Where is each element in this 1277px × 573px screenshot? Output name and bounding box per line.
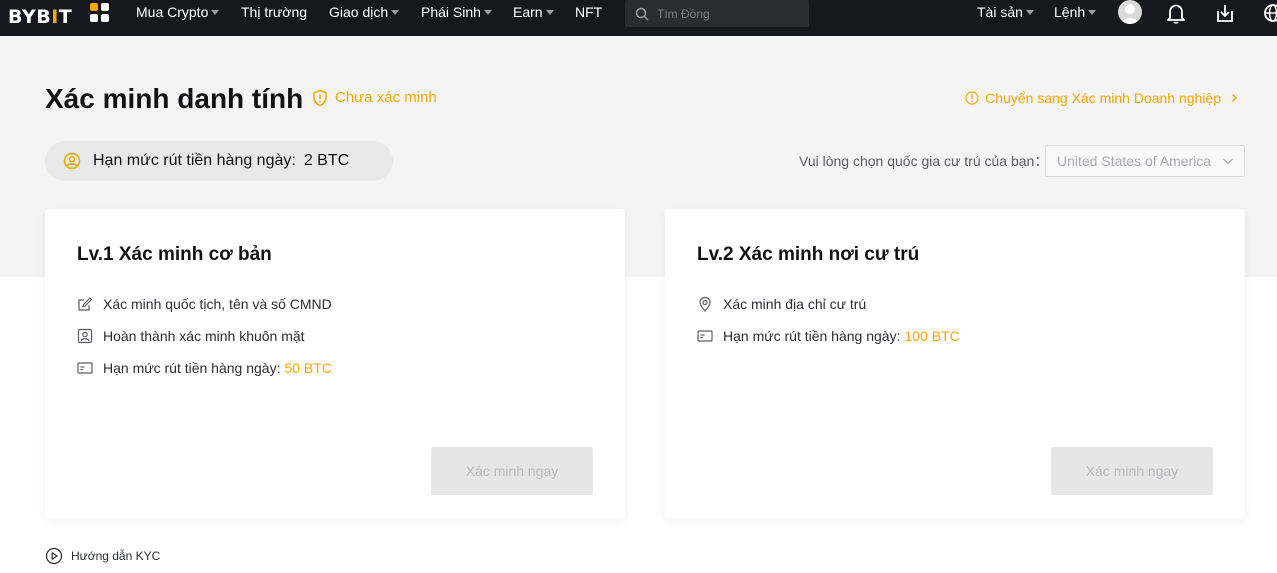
card-title: Lv.2 Xác minh nơi cư trú: [697, 244, 920, 265]
play-circle-icon: [45, 547, 63, 565]
nav-buy-crypto[interactable]: Mua Crypto: [136, 0, 220, 25]
feature-item: Hạn mức rút tiền hàng ngày: 100 BTC: [697, 327, 960, 345]
caret-down-icon: [391, 10, 400, 15]
globe-icon[interactable]: [1262, 2, 1277, 24]
card-icon: [697, 330, 713, 342]
caret-down-icon: [1088, 10, 1097, 15]
feature-text: Xác minh quốc tịch, tên và số CMND: [103, 296, 332, 312]
caret-down-icon: [1025, 10, 1034, 15]
page-title: Xác minh danh tính: [45, 83, 304, 114]
feature-text: Hoàn thành xác minh khuôn mặt: [103, 328, 305, 344]
daily-limit-value: 2 BTC: [303, 152, 350, 169]
search-box[interactable]: [625, 0, 809, 27]
shield-icon: [313, 89, 327, 107]
chevron-down-icon: [1223, 158, 1233, 165]
caret-down-icon: [545, 10, 554, 15]
feature-text: Hạn mức rút tiền hàng ngày:: [723, 328, 901, 344]
feature-limit-value: 50 BTC: [284, 360, 332, 376]
bybit-logo[interactable]: BYBIT: [8, 4, 72, 30]
feature-item: Hoàn thành xác minh khuôn mặt: [77, 327, 305, 345]
level1-card: Lv.1 Xác minh cơ bản Xác minh quốc tịch,…: [45, 209, 625, 519]
switch-link-label: Chuyển sang Xác minh Doanh nghiệp: [985, 90, 1221, 106]
edit-icon: [78, 297, 93, 311]
location-icon: [699, 296, 711, 312]
info-icon: [965, 91, 979, 105]
feature-item: Xác minh quốc tịch, tên và số CMND: [77, 295, 332, 313]
caret-down-icon: [483, 10, 492, 15]
card-icon: [77, 362, 93, 374]
user-avatar[interactable]: [1118, 0, 1142, 24]
feature-limit-value: 100 BTC: [904, 328, 960, 344]
download-icon[interactable]: [1214, 2, 1236, 24]
nav-markets[interactable]: Thị trường: [241, 0, 307, 25]
chevron-right-icon: [1232, 94, 1237, 102]
verify-now-button[interactable]: Xác minh ngay: [431, 447, 593, 495]
verification-status: Chưa xác minh: [311, 88, 437, 108]
nav-nft[interactable]: NFT: [575, 0, 602, 25]
country-select[interactable]: United States of America: [1045, 145, 1245, 177]
top-navbar: BYBIT Mua Crypto Thị trường Giao dịch Ph…: [0, 0, 1277, 36]
face-id-icon: [77, 328, 93, 344]
nav-assets[interactable]: Tài sản: [977, 0, 1034, 25]
feature-text: Hạn mức rút tiền hàng ngày:: [103, 360, 281, 376]
verify-now-button[interactable]: Xác minh ngay: [1051, 447, 1213, 495]
search-icon: [635, 7, 649, 21]
switch-business-verification-link[interactable]: Chuyển sang Xác minh Doanh nghiệp: [965, 88, 1244, 108]
feature-item: Xác minh địa chỉ cư trú: [697, 295, 866, 313]
search-input[interactable]: [657, 6, 797, 21]
caret-down-icon: [211, 10, 220, 15]
daily-limit-pill: Hạn mức rút tiền hàng ngày: 2 BTC: [45, 141, 393, 181]
daily-limit-label: Hạn mức rút tiền hàng ngày:: [93, 152, 296, 169]
nav-derivatives[interactable]: Phái Sinh: [421, 0, 492, 25]
level2-card: Lv.2 Xác minh nơi cư trú Xác minh địa ch…: [665, 209, 1245, 519]
status-label: Chưa xác minh: [335, 89, 437, 106]
country-label: Vui lòng chọn quốc gia cư trú của bạn：: [799, 153, 1049, 169]
nav-earn[interactable]: Earn: [513, 0, 554, 25]
apps-icon[interactable]: [90, 3, 110, 23]
feature-item: Hạn mức rút tiền hàng ngày: 50 BTC: [77, 359, 332, 377]
bell-icon[interactable]: [1165, 2, 1187, 24]
card-title: Lv.1 Xác minh cơ bản: [77, 244, 272, 265]
kyc-guide-label: Hướng dẫn KYC: [71, 549, 161, 563]
country-select-value: United States of America: [1057, 153, 1212, 169]
feature-text: Xác minh địa chỉ cư trú: [723, 296, 867, 312]
kyc-guide-link[interactable]: Hướng dẫn KYC: [45, 547, 160, 565]
nav-orders[interactable]: Lệnh: [1054, 0, 1097, 25]
nav-trade[interactable]: Giao dịch: [329, 0, 400, 25]
user-circle-icon: [63, 152, 81, 170]
